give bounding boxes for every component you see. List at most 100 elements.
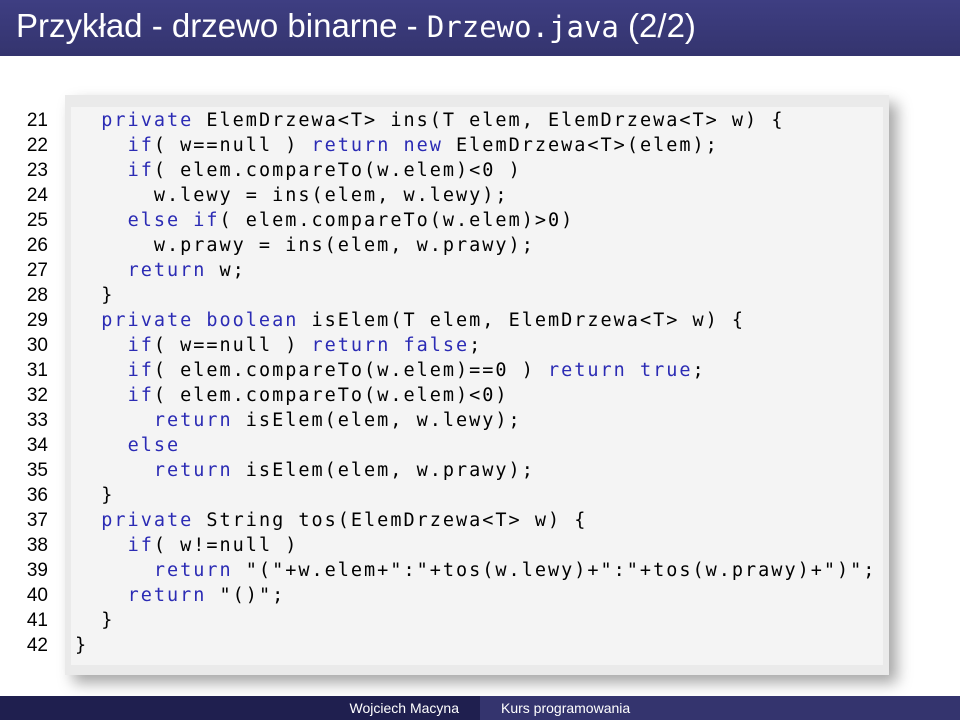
code-line: 32 if( elem.compareTo(w.elem)<0) xyxy=(0,383,960,408)
code-line: 29 private boolean isElem(T elem, ElemDr… xyxy=(0,308,960,333)
line-number: 23 xyxy=(26,160,48,181)
code-text: return w; xyxy=(75,258,246,283)
code-token: ( elem.compareTo(w.elem)<0 ) xyxy=(153,160,522,181)
code-token: "()"; xyxy=(206,585,286,606)
code-token: } xyxy=(101,610,115,631)
code-token: isElem(T elem, ElemDrzewa<T> w) { xyxy=(298,310,746,331)
code-token: ( elem.compareTo(w.elem)>0) xyxy=(219,210,575,231)
line-number: 25 xyxy=(26,210,48,231)
line-number: 21 xyxy=(26,110,48,131)
code-keyword: return new xyxy=(311,135,443,156)
line-number: 34 xyxy=(26,435,48,456)
footer-course: Kurs programowania xyxy=(501,700,631,716)
code-token: w; xyxy=(206,260,246,281)
footer-author: Wojciech Macyna xyxy=(349,700,459,716)
code-token: ( elem.compareTo(w.elem)<0) xyxy=(153,385,509,406)
code-text: if( w==null ) return new ElemDrzewa<T>(e… xyxy=(75,133,719,158)
code-token: ( w==null ) xyxy=(153,335,312,356)
footer: Wojciech Macyna Kurs programowania xyxy=(0,696,960,720)
code-text: return isElem(elem, w.lewy); xyxy=(75,408,522,433)
code-token: ( elem.compareTo(w.elem)==0 ) xyxy=(153,360,548,381)
line-number: 31 xyxy=(26,360,48,381)
line-number: 38 xyxy=(26,535,48,556)
code-token: w.prawy = ins(elem, w.prawy); xyxy=(153,235,535,256)
code-text: if( w!=null ) xyxy=(75,533,298,558)
slide-title: Przykład - drzewo binarne - Drzewo.java … xyxy=(16,4,696,49)
line-number: 26 xyxy=(26,235,48,256)
code-line: 37 private String tos(ElemDrzewa<T> w) { xyxy=(0,508,960,533)
code-keyword: if xyxy=(127,335,154,356)
code-token: } xyxy=(75,635,89,656)
code-token: ElemDrzewa<T> ins(T elem, ElemDrzewa<T> … xyxy=(193,110,785,131)
code-line: 40 return "()"; xyxy=(0,583,960,608)
line-number: 36 xyxy=(26,485,48,506)
code-line: 31 if( elem.compareTo(w.elem)==0 ) retur… xyxy=(0,358,960,383)
code-line: 42} xyxy=(0,633,960,658)
code-text: return "("+w.elem+":"+tos(w.lewy)+":"+to… xyxy=(75,558,876,583)
code-line: 24 w.lewy = ins(elem, w.lewy); xyxy=(0,183,960,208)
code-token: } xyxy=(101,285,115,306)
line-number: 40 xyxy=(26,585,48,606)
title-prefix: Przykład - drzewo binarne - xyxy=(16,7,427,44)
code-token: ( w==null ) xyxy=(153,135,312,156)
code-text: } xyxy=(75,283,114,308)
code-keyword: if xyxy=(127,360,154,381)
code-text: if( elem.compareTo(w.elem)<0 ) xyxy=(75,158,522,183)
line-number: 42 xyxy=(26,635,48,656)
code-token: ; xyxy=(692,360,706,381)
code-keyword: private boolean xyxy=(101,310,299,331)
code-line: 23 if( elem.compareTo(w.elem)<0 ) xyxy=(0,158,960,183)
code-text: if( elem.compareTo(w.elem)<0) xyxy=(75,383,509,408)
line-number: 24 xyxy=(26,185,48,206)
code-keyword: else if xyxy=(127,210,220,231)
code-line: 28 } xyxy=(0,283,960,308)
line-number: 27 xyxy=(26,260,48,281)
code-keyword: else xyxy=(127,435,181,456)
code-keyword: return xyxy=(153,410,233,431)
line-number: 32 xyxy=(26,385,48,406)
code-keyword: if xyxy=(127,535,154,556)
code-token: ( w!=null ) xyxy=(153,535,299,556)
code-keyword: private xyxy=(101,510,194,531)
line-number: 30 xyxy=(26,335,48,356)
code-line: 33 return isElem(elem, w.lewy); xyxy=(0,408,960,433)
code-text: w.lewy = ins(elem, w.lewy); xyxy=(75,183,509,208)
line-number: 37 xyxy=(26,510,48,531)
line-number: 22 xyxy=(26,135,48,156)
code-token: String tos(ElemDrzewa<T> w) { xyxy=(193,510,588,531)
code-text: } xyxy=(75,633,88,658)
code-token: } xyxy=(101,485,115,506)
line-number: 35 xyxy=(26,460,48,481)
line-number: 29 xyxy=(26,310,48,331)
code-text: return isElem(elem, w.prawy); xyxy=(75,458,535,483)
code-keyword: if xyxy=(127,160,154,181)
code-keyword: return xyxy=(127,260,207,281)
code-keyword: if xyxy=(127,385,154,406)
code-token: "("+w.elem+":"+tos(w.lewy)+":"+tos(w.pra… xyxy=(232,560,877,581)
code-line: 27 return w; xyxy=(0,258,960,283)
code-keyword: if xyxy=(127,135,154,156)
code-line: 25 else if( elem.compareTo(w.elem)>0) xyxy=(0,208,960,233)
code-keyword: private xyxy=(101,110,194,131)
title-bar: Przykład - drzewo binarne - Drzewo.java … xyxy=(0,0,960,56)
code-line: 38 if( w!=null ) xyxy=(0,533,960,558)
code-text: private String tos(ElemDrzewa<T> w) { xyxy=(75,508,587,533)
code-line: 34 else xyxy=(0,433,960,458)
